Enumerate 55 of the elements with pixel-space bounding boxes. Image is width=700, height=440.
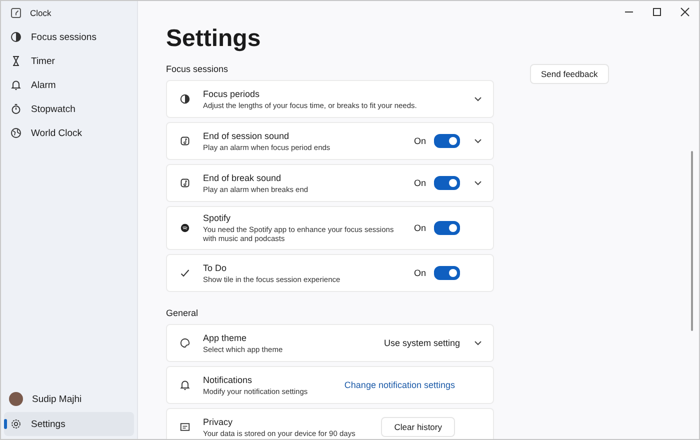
focus-icon: [179, 93, 191, 105]
toggle-switch[interactable]: [434, 221, 460, 235]
settings-icon: [10, 418, 22, 430]
bell-icon: [10, 79, 22, 91]
setting-title: App theme: [203, 332, 248, 342]
toggle-state-label: On: [414, 136, 426, 146]
chevron-down-icon[interactable]: [473, 94, 483, 104]
privacy-icon: [179, 421, 191, 433]
clear-history-button[interactable]: Clear history: [381, 417, 455, 437]
clock-app-icon: [10, 7, 22, 19]
section-heading: General: [166, 308, 200, 318]
setting-title: Spotify: [203, 213, 232, 223]
scrollbar[interactable]: [691, 151, 693, 331]
stopwatch-icon: [10, 103, 22, 115]
globe-icon: [10, 127, 22, 139]
setting-title: Focus periods: [203, 88, 261, 98]
minimize-icon[interactable]: [624, 11, 634, 13]
checkmark-icon: [179, 267, 191, 279]
focus-icon: [10, 31, 22, 43]
chevron-down-icon[interactable]: [473, 178, 483, 188]
setting-title: Privacy: [203, 416, 234, 426]
toggle-state-label: On: [414, 268, 426, 278]
section-heading: Focus sessions: [166, 64, 230, 74]
setting-title: To Do: [203, 262, 228, 272]
window-title: Clock: [30, 8, 52, 18]
nav-item[interactable]: Focus sessions: [4, 25, 134, 49]
page-title: Settings: [166, 25, 262, 53]
alarm-clock-icon: [179, 135, 191, 147]
alarm-clock-icon: [179, 177, 191, 189]
nav-item[interactable]: Timer: [4, 49, 134, 73]
bell-icon: [179, 379, 191, 391]
toggle-switch[interactable]: [434, 176, 460, 190]
toggle-state-label: On: [414, 178, 426, 188]
send-feedback-button[interactable]: Send feedback: [530, 64, 609, 84]
nav-item[interactable]: Alarm: [4, 73, 134, 97]
close-icon[interactable]: [680, 7, 690, 17]
notification-settings-link[interactable]: Change notification settings: [344, 380, 455, 390]
setting-title: End of break sound: [203, 172, 282, 182]
nav-item[interactable]: Settings: [4, 412, 134, 436]
nav-item[interactable]: Stopwatch: [4, 97, 134, 121]
toggle-switch[interactable]: [434, 266, 460, 280]
toggle-state-label: On: [414, 223, 426, 233]
theme-dropdown-value[interactable]: Use system setting: [384, 338, 460, 348]
setting-title: End of session sound: [203, 130, 290, 140]
music-disc-icon: [179, 222, 191, 234]
avatar: [9, 392, 23, 406]
chevron-down-icon[interactable]: [473, 338, 483, 348]
palette-icon: [179, 337, 191, 349]
user-name: Sudip Majhi: [32, 394, 82, 404]
setting-title: Notifications: [203, 374, 254, 384]
hourglass-icon: [10, 55, 22, 67]
maximize-icon[interactable]: [652, 7, 662, 17]
chevron-down-icon[interactable]: [473, 136, 483, 146]
nav-item[interactable]: World Clock: [4, 121, 134, 145]
toggle-switch[interactable]: [434, 134, 460, 148]
